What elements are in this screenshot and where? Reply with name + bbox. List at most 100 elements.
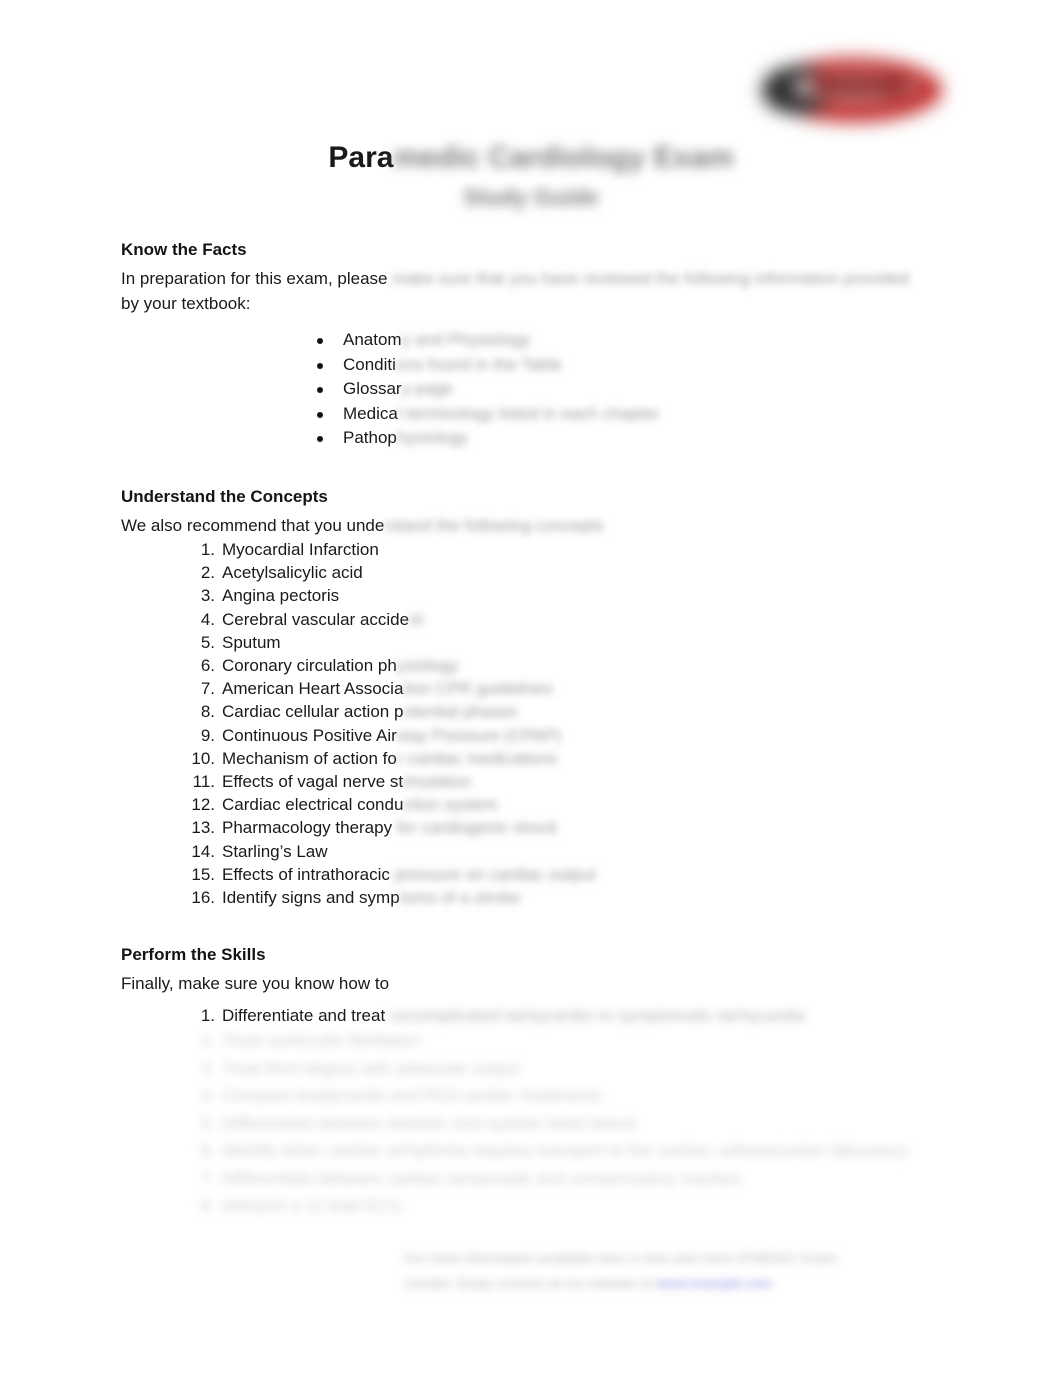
item-visible-text: Identify signs and symp (222, 888, 400, 908)
item-obscured-text: toms of a stroke (399, 888, 521, 908)
list-number: 4. (200, 1086, 215, 1106)
logo-ellipse-red (764, 58, 942, 122)
footer-link[interactable]: www.example.com (655, 1275, 772, 1291)
list-number: 4. (200, 609, 215, 629)
item-visible-text: Effects of vagal nerve st (222, 772, 404, 791)
item-obscured-text: Treat ventricular fibrillation (222, 1031, 421, 1051)
list-item: 14. Starling’s Law (121, 840, 981, 863)
perform-the-skills-obscured-list: 2. Treat ventricular fibrillation 3. Treat… (121, 1027, 981, 1220)
heading-perform-the-skills: Perform the Skills (121, 945, 266, 965)
list-item: 5. Differentiate between diastolic and sy… (121, 1110, 981, 1138)
bullet-obscured-text: ons found in the Table (395, 354, 562, 374)
bullet-visible-text: Pathop (343, 428, 397, 448)
document-subtitle: Study Guide (463, 184, 599, 210)
know-the-facts-intro-line2: by your textbook: (121, 294, 251, 313)
bullet-obscured-text: l terminology listed in each chapter (397, 403, 660, 423)
list-number: 5. (200, 632, 215, 652)
item-obscured-text: way Pressure (CPAP) (396, 725, 561, 745)
list-number: 10. (191, 748, 215, 768)
footer-line-2-text: Cardiac Study courses at our website at (404, 1275, 656, 1291)
heading-understand-the-concepts: Understand the Concepts (121, 486, 328, 506)
bullet-dot-icon (317, 387, 323, 394)
item-obscured-text: Compare bradycardia and PEA cardiac trea… (222, 1086, 601, 1106)
item-visible-text: Starling’s Law (222, 841, 328, 861)
item-visible-text: American Heart Associa (222, 679, 404, 699)
list-number: 14. (191, 841, 215, 861)
list-number: 2. (200, 563, 215, 583)
list-item: 1. Differentiate and treat uncomplicated … (121, 1004, 981, 1027)
list-number: 7. (200, 1168, 215, 1188)
list-number: 3. (200, 586, 215, 606)
item-obscured-text: Interpret a 12 lead ECG (222, 1196, 402, 1216)
bullet-dot-icon (317, 436, 323, 443)
perform-the-skills-list: 1. Differentiate and treat uncomplicated … (121, 1004, 981, 1027)
list-number: 1. (200, 1006, 215, 1026)
item-obscured-text: nt (409, 609, 424, 629)
list-number: 8. (200, 702, 215, 722)
list-number: 9. (200, 725, 215, 745)
list-item: 3. Treat third degree with adequate outpu… (121, 1055, 981, 1083)
item-obscured-text: Differentiate between cardiac tamponade … (222, 1168, 742, 1188)
bullet-obscured-text: y page (401, 379, 453, 399)
list-number: 13. (191, 818, 215, 838)
list-item: 8. Interpret a 12 lead ECG (121, 1192, 981, 1220)
intro-obscured-text: rstand the following concepts (384, 515, 604, 535)
item-visible-text: Cardiac cellular action p (222, 702, 404, 722)
intro-visible-text: We also recommend that you unde (121, 515, 385, 535)
bullet-dot-icon (317, 338, 323, 344)
list-item: 9. Continuous Positive Airway Pressure (C… (121, 724, 981, 747)
list-number: 11. (192, 772, 215, 791)
list-number: 8. (200, 1196, 215, 1216)
bullet-obscured-text: hysiology (396, 428, 468, 448)
list-item: 15. Effects of intrathoracic pressure on … (121, 863, 981, 886)
item-obscured-text: tion CPR guidelines (403, 679, 553, 699)
document-body: Know the Facts In preparation for this e… (121, 238, 981, 1220)
company-logo (758, 52, 948, 130)
perform-the-skills-intro: Finally, make sure you know how to (121, 974, 390, 994)
list-item: 4. Cerebral vascular accident (121, 608, 981, 631)
document-title-visible: Para (328, 141, 394, 174)
intro-visible-text: In preparation for this exam, please (121, 269, 393, 288)
list-item: 2. Treat ventricular fibrillation (121, 1027, 981, 1055)
list-item: 4. Compare bradycardia and PEA cardiac tr… (121, 1082, 981, 1110)
bullet-visible-text: Conditi (343, 354, 396, 374)
list-number: 12. (191, 795, 215, 815)
bullet-visible-text: Glossar (343, 379, 402, 399)
bullet-dot-icon (317, 411, 323, 418)
understand-the-concepts-list: 1. Myocardial Infarction 2. Acetylsalicyli… (121, 538, 981, 909)
item-obscured-text: Treat third degree with adequate output (222, 1058, 520, 1078)
list-number: 3. (200, 1058, 215, 1078)
item-visible-text: Pharmacology therapy (222, 818, 393, 838)
list-item: 12. Cardiac electrical conduction system (121, 793, 981, 816)
understand-the-concepts-intro: We also recommend that you understand th… (121, 513, 981, 538)
list-item: Anatomy and Physiology (121, 328, 981, 353)
item-obscured-text: r cardiac medications (396, 748, 558, 768)
list-number: 6. (200, 1141, 215, 1161)
list-item: Glossary page (121, 377, 981, 402)
list-item: 7. American Heart Association CPR guideli… (121, 677, 981, 700)
item-obscured-text: for cardiogenic shock (392, 818, 558, 838)
list-item: 6. Identify when cardiac arrhythmia requi… (121, 1137, 981, 1165)
list-item: Pathophysiology (121, 426, 981, 451)
item-visible-text: Acetylsalicylic acid (222, 563, 363, 583)
list-item: 8. Cardiac cellular action potential phas… (121, 700, 981, 723)
list-number: 5. (200, 1113, 215, 1133)
item-visible-text: Effects of intrathoracic (222, 864, 390, 884)
list-item: 10. Mechanism of action for cardiac medic… (121, 747, 981, 770)
document-page: Paramedic Cardiology Exam Study Guide Kn… (0, 0, 1062, 1377)
list-item: 6. Coronary circulation physiology (121, 654, 981, 677)
list-number: 7. (200, 679, 215, 699)
bullet-obscured-text: y and Physiology (401, 330, 531, 349)
item-visible-text: Angina pectoris (222, 586, 340, 606)
document-title-obscured: medic Cardiology Exam (393, 141, 734, 174)
document-title-block: Paramedic Cardiology Exam Study Guide (0, 138, 1062, 216)
item-obscured-text: Identify when cardiac arrhythmia require… (222, 1141, 908, 1161)
heading-know-the-facts: Know the Facts (121, 240, 247, 259)
item-visible-text: Cerebral vascular accide (222, 609, 410, 629)
item-visible-text: Cardiac electrical condu (222, 795, 404, 815)
logo-ellipse-inner (792, 72, 918, 102)
item-visible-text: Sputum (222, 632, 281, 652)
list-item: 13. Pharmacology therapy for cardiogenic … (121, 816, 981, 839)
list-number: 16. (191, 888, 215, 908)
